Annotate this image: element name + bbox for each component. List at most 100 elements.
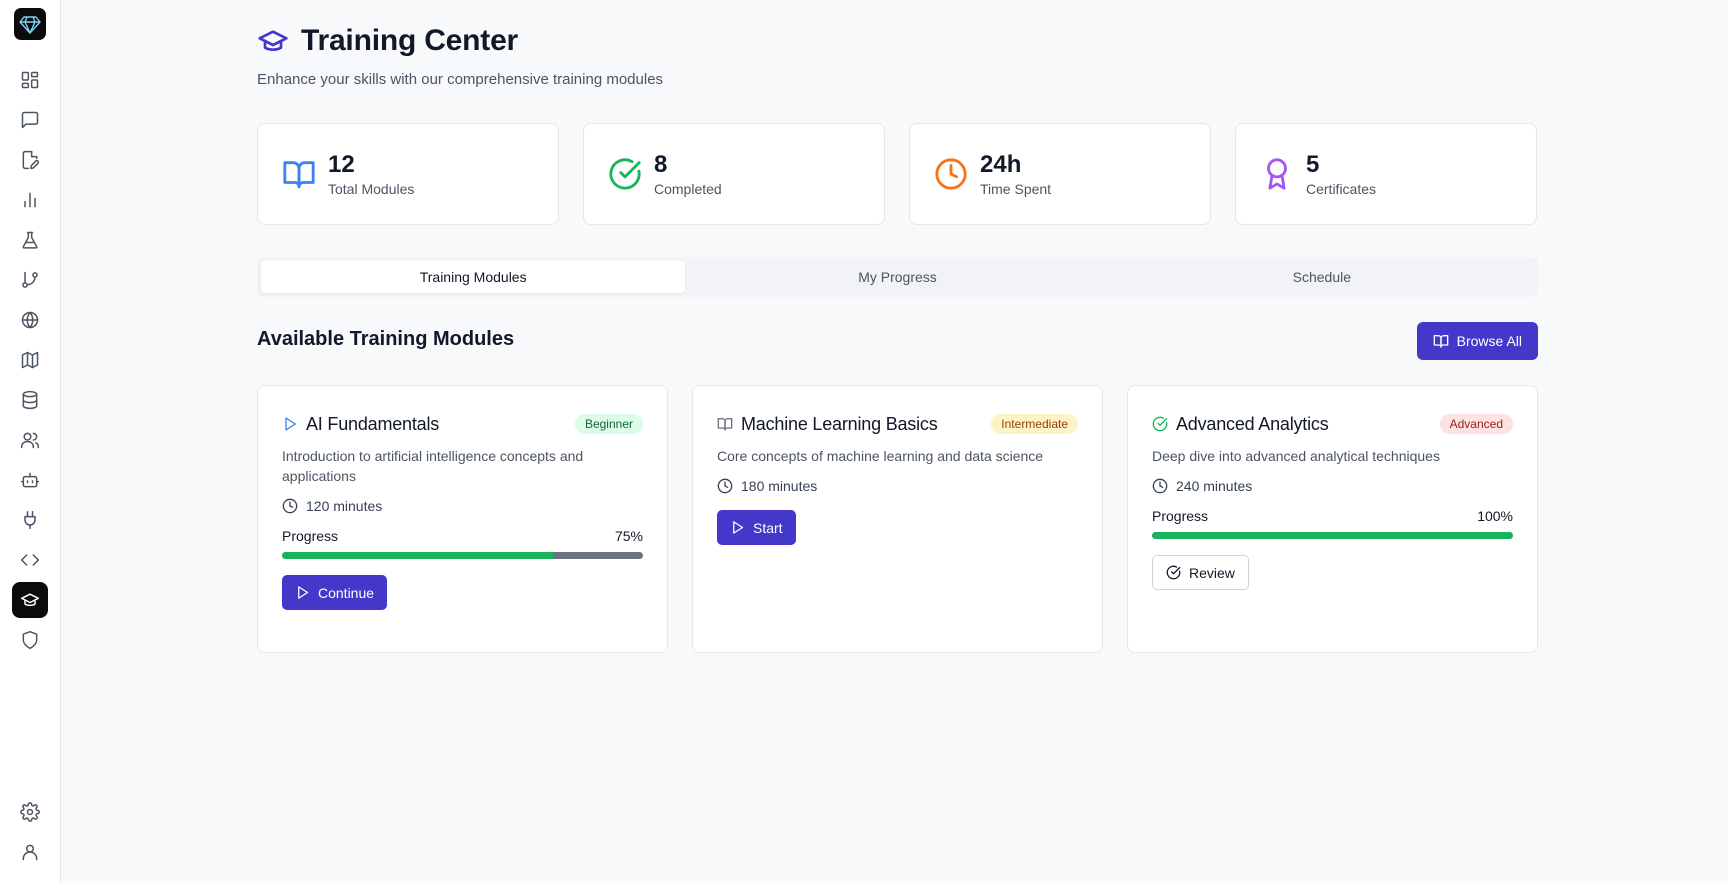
chat-icon <box>21 111 39 129</box>
git-branch-icon <box>22 271 38 288</box>
user-icon <box>22 844 38 861</box>
stats-row: 12 Total Modules 8 Completed 24h Time Sp… <box>257 123 1538 225</box>
play-icon <box>733 521 744 534</box>
plug-icon <box>24 510 36 530</box>
page-title: Training Center <box>301 24 519 57</box>
stat-card-completed: 8 Completed <box>583 123 885 225</box>
sidebar-item-database[interactable] <box>12 382 48 418</box>
progress-percent: 75% <box>614 528 643 544</box>
module-card-advanced-analytics: Advanced Analytics Advanced Deep dive in… <box>1127 385 1538 653</box>
sidebar-item-chat[interactable] <box>12 102 48 138</box>
sidebar <box>0 0 61 883</box>
progress-bar <box>1152 532 1513 539</box>
check-circle-icon <box>1166 565 1181 580</box>
start-button[interactable]: Start <box>717 510 796 545</box>
sidebar-item-documents[interactable] <box>12 142 48 178</box>
sidebar-item-workflows[interactable] <box>12 262 48 298</box>
bot-icon <box>20 472 40 488</box>
review-button[interactable]: Review <box>1152 555 1249 590</box>
sidebar-item-settings[interactable] <box>12 794 48 830</box>
bar-chart-icon <box>24 192 36 208</box>
stat-label: Completed <box>654 181 722 197</box>
module-duration: 180 minutes <box>717 478 1078 494</box>
sidebar-item-training[interactable] <box>12 582 48 618</box>
sidebar-item-agents[interactable] <box>12 462 48 498</box>
award-icon <box>1267 158 1287 190</box>
book-open-icon <box>1433 335 1448 348</box>
stat-value: 5 <box>1306 151 1320 178</box>
continue-label: Continue <box>318 584 375 601</box>
duration-text: 180 minutes <box>741 478 818 494</box>
sidebar-item-dashboard[interactable] <box>12 62 48 98</box>
progress-fill <box>282 552 553 559</box>
sidebar-item-code[interactable] <box>12 542 48 578</box>
level-badge: Intermediate <box>991 414 1078 434</box>
module-title: AI Fundamentals <box>306 413 440 434</box>
clock-icon <box>717 478 733 494</box>
stat-label: Certificates <box>1306 181 1377 197</box>
sidebar-item-analytics[interactable] <box>12 182 48 218</box>
module-title: Advanced Analytics <box>1176 413 1329 434</box>
tab-training-modules[interactable]: Training Modules <box>261 261 686 293</box>
book-icon <box>717 418 733 431</box>
settings-icon <box>20 802 40 822</box>
start-label: Start <box>753 519 783 536</box>
clock-icon <box>282 498 298 514</box>
graduation-cap-icon <box>258 30 288 51</box>
clock-icon <box>935 158 967 190</box>
sidebar-item-lab[interactable] <box>12 222 48 258</box>
app-logo-diamond-icon[interactable] <box>14 8 46 40</box>
progress-bar <box>282 552 643 559</box>
module-description: Deep dive into advanced analytical techn… <box>1152 448 1440 464</box>
progress-percent: 100% <box>1477 508 1513 524</box>
users-icon <box>20 432 40 449</box>
module-card-ml-basics: Machine Learning Basics Intermediate Cor… <box>692 385 1103 653</box>
level-badge: Advanced <box>1439 414 1513 434</box>
continue-button[interactable]: Continue <box>282 575 388 610</box>
sidebar-item-security[interactable] <box>12 622 48 658</box>
review-label: Review <box>1189 564 1235 581</box>
sidebar-item-map[interactable] <box>12 342 48 378</box>
book-open-icon <box>283 161 315 189</box>
level-badge: Beginner <box>574 414 643 434</box>
stat-label: Time Spent <box>980 181 1052 197</box>
play-icon <box>285 417 296 431</box>
module-description: Introduction to artificial intelligence … <box>282 448 584 484</box>
duration-text: 120 minutes <box>306 498 383 514</box>
page-header: Training Center <box>257 24 518 58</box>
browse-all-button[interactable]: Browse All <box>1416 322 1538 360</box>
module-duration: 240 minutes <box>1152 478 1513 494</box>
duration-text: 240 minutes <box>1176 478 1253 494</box>
stat-label: Total Modules <box>328 181 415 197</box>
tab-my-progress[interactable]: My Progress <box>685 261 1109 293</box>
sidebar-item-integrations[interactable] <box>12 502 48 538</box>
sidebar-item-profile[interactable] <box>12 834 48 870</box>
map-icon <box>21 351 39 369</box>
stat-value: 24h <box>980 151 1022 178</box>
page-subtitle: Enhance your skills with our comprehensi… <box>257 71 664 88</box>
progress-label: Progress <box>1152 508 1209 524</box>
module-card-ai-fundamentals: AI Fundamentals Beginner Introduction to… <box>257 385 668 653</box>
module-duration: 120 minutes <box>282 498 643 514</box>
section-title: Available Training Modules <box>257 328 515 350</box>
file-edit-icon <box>22 150 40 170</box>
globe-icon <box>21 311 39 329</box>
stat-card-certificates: 5 Certificates <box>1235 123 1537 225</box>
progress-label: Progress <box>282 528 339 544</box>
stat-value: 12 <box>328 151 355 178</box>
flask-icon <box>22 231 38 249</box>
check-circle-icon <box>1152 416 1168 432</box>
browse-all-label: Browse All <box>1456 333 1522 349</box>
progress-fill <box>1152 532 1513 539</box>
stat-value: 8 <box>654 151 668 178</box>
tab-schedule[interactable]: Schedule <box>1110 261 1534 293</box>
sidebar-item-web[interactable] <box>12 302 48 338</box>
stat-card-time-spent: 24h Time Spent <box>909 123 1211 225</box>
sidebar-item-users[interactable] <box>12 422 48 458</box>
tabs: Training Modules My Progress Schedule <box>257 257 1538 297</box>
play-icon <box>298 586 309 599</box>
graduation-cap-icon <box>20 593 40 607</box>
database-icon <box>22 390 38 410</box>
clock-icon <box>1152 478 1168 494</box>
modules-grid: AI Fundamentals Beginner Introduction to… <box>257 385 1538 653</box>
